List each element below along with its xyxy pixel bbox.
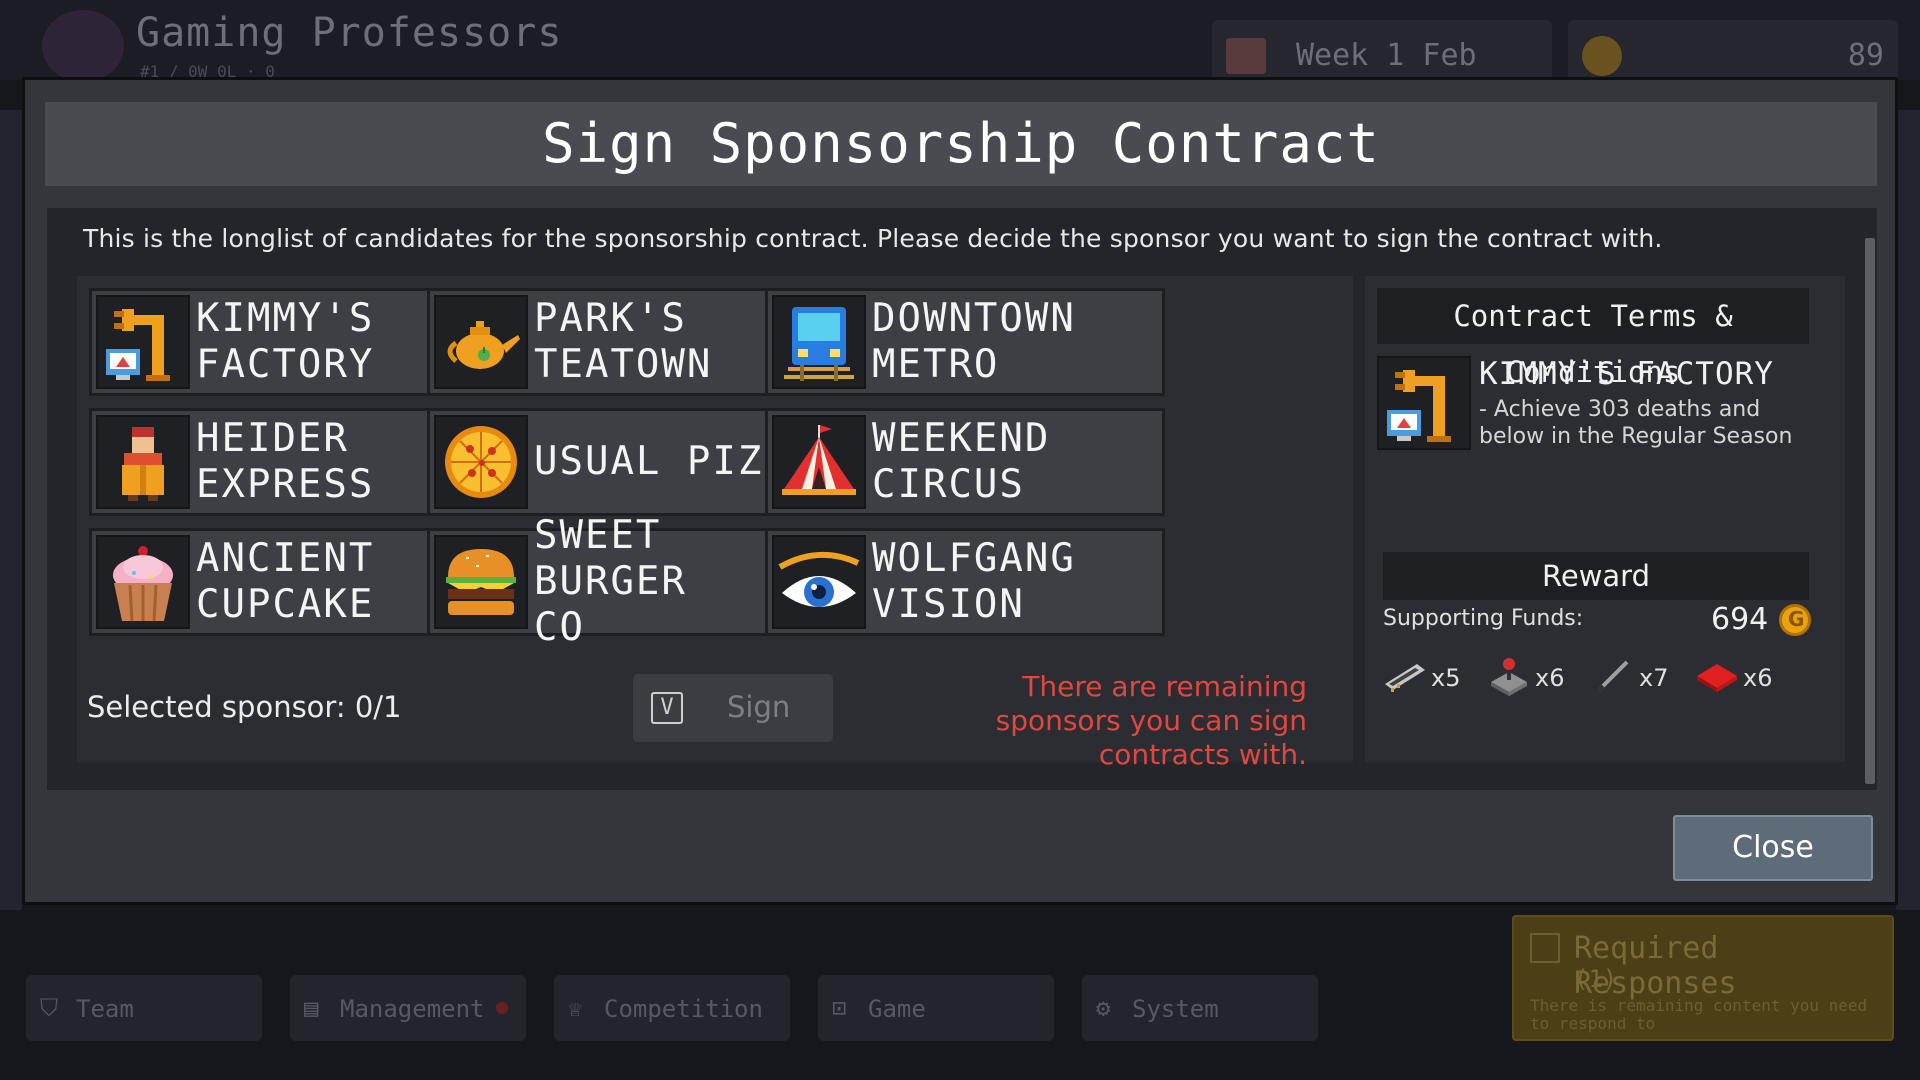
required-text: There is remaining content you need to r… bbox=[1530, 996, 1868, 1033]
left-edge-panel bbox=[0, 110, 22, 910]
close-label: Close bbox=[1732, 830, 1814, 865]
item-count: x7 bbox=[1639, 664, 1669, 692]
coin-icon bbox=[1779, 604, 1811, 636]
close-button[interactable]: Close bbox=[1673, 815, 1873, 881]
pizza-icon bbox=[434, 415, 528, 509]
eye-icon bbox=[772, 535, 866, 629]
team-name: Gaming Professors bbox=[136, 10, 563, 56]
shield-icon: ⛉ bbox=[40, 994, 58, 1022]
sponsor-name: WEEKEND CIRCUS bbox=[872, 416, 1051, 507]
gamepad-icon: ⊡ bbox=[832, 994, 847, 1022]
terms-header: Contract Terms & Conditions bbox=[1377, 288, 1809, 389]
money-value: 89 bbox=[1847, 38, 1884, 73]
reward-item: x7 bbox=[1591, 654, 1687, 698]
coin-icon bbox=[1582, 36, 1622, 76]
sign-button[interactable]: V Sign bbox=[633, 674, 833, 742]
teapot-icon bbox=[434, 295, 528, 389]
sponsor-name: DOWNTOWN METRO bbox=[872, 296, 1076, 387]
joystick-icon bbox=[1491, 658, 1527, 696]
scrollbar[interactable] bbox=[1865, 238, 1875, 784]
team-logo bbox=[42, 10, 124, 82]
item-count: x5 bbox=[1431, 664, 1461, 692]
sign-label: Sign bbox=[727, 690, 791, 724]
dialog-header: Sign Sponsorship Contract bbox=[45, 102, 1877, 186]
sponsor-name: WOLFGANG VISION bbox=[872, 536, 1076, 627]
nav-label: System bbox=[1132, 995, 1219, 1023]
sponsor-wolfgang-vision[interactable]: WOLFGANG VISION bbox=[765, 528, 1165, 636]
burger-icon bbox=[434, 535, 528, 629]
reward-item: x6 bbox=[1695, 654, 1791, 698]
contract-terms-panel: Contract Terms & Conditions KIMMY'S FACT… bbox=[1365, 276, 1845, 762]
nav-management-button[interactable]: ▤ Management bbox=[290, 975, 526, 1041]
train-icon bbox=[772, 295, 866, 389]
intro-text: This is the longlist of candidates for t… bbox=[83, 224, 1663, 253]
nav-label: Management bbox=[340, 995, 485, 1023]
robot-arm-icon bbox=[96, 295, 190, 389]
required-count: (1) bbox=[1574, 965, 1618, 993]
item-count: x6 bbox=[1535, 664, 1565, 692]
nav-game-button[interactable]: ⊡ Game bbox=[818, 975, 1054, 1041]
terms-sponsor-name: KIMMY'S FACTORY bbox=[1479, 356, 1774, 392]
nav-competition-button[interactable]: ♕ Competition bbox=[554, 975, 790, 1041]
nav-system-button[interactable]: ⚙ System bbox=[1082, 975, 1318, 1041]
content-panel: This is the longlist of candidates for t… bbox=[47, 208, 1877, 790]
nav-label: Team bbox=[76, 995, 134, 1023]
keyboard-icon bbox=[1697, 664, 1737, 692]
sponsor-downtown-metro[interactable]: DOWNTOWN METRO bbox=[765, 288, 1165, 396]
terms-description: - Achieve 303 deaths and below in the Re… bbox=[1479, 397, 1793, 449]
nav-label: Competition bbox=[604, 995, 763, 1023]
notification-dot bbox=[496, 1002, 508, 1014]
supporting-funds-value: 694 bbox=[1711, 602, 1769, 637]
trophy-icon: ♕ bbox=[568, 994, 583, 1022]
cupcake-icon bbox=[96, 535, 190, 629]
keyboard-key-hint: V bbox=[651, 692, 683, 724]
nav-label: Game bbox=[868, 995, 926, 1023]
supporting-funds-label: Supporting Funds: bbox=[1383, 606, 1584, 631]
circus-tent-icon bbox=[772, 415, 866, 509]
delivery-person-icon bbox=[96, 415, 190, 509]
reward-item: x6 bbox=[1487, 654, 1583, 698]
sponsorship-dialog: Sign Sponsorship Contract This is the lo… bbox=[22, 77, 1898, 905]
reward-item: x5 bbox=[1383, 654, 1479, 698]
required-responses-panel[interactable]: Required Responses (1) There is remainin… bbox=[1512, 915, 1894, 1041]
gear-icon: ⚙ bbox=[1096, 994, 1111, 1022]
clipboard-icon: ▤ bbox=[304, 994, 319, 1022]
remaining-sponsors-warning: There are remaining sponsors you can sig… bbox=[995, 670, 1307, 771]
ram-stick-icon bbox=[1385, 664, 1425, 692]
required-title: Required Responses bbox=[1574, 931, 1737, 1001]
form-icon bbox=[1530, 933, 1560, 963]
pen-icon bbox=[1597, 660, 1629, 692]
robot-arm-icon bbox=[1377, 356, 1471, 450]
reward-title: Reward bbox=[1542, 559, 1650, 593]
nav-team-button[interactable]: ⛉ Team bbox=[26, 975, 262, 1041]
dialog-title: Sign Sponsorship Contract bbox=[542, 112, 1380, 175]
selected-sponsor-count: Selected sponsor: 0/1 bbox=[87, 690, 402, 724]
scrollbar-thumb[interactable] bbox=[1865, 238, 1875, 784]
item-count: x6 bbox=[1743, 664, 1773, 692]
calendar-icon bbox=[1226, 38, 1266, 74]
reward-header: Reward bbox=[1383, 552, 1809, 600]
sponsor-weekend-circus[interactable]: WEEKEND CIRCUS bbox=[765, 408, 1165, 516]
right-edge-panel bbox=[1896, 110, 1920, 910]
